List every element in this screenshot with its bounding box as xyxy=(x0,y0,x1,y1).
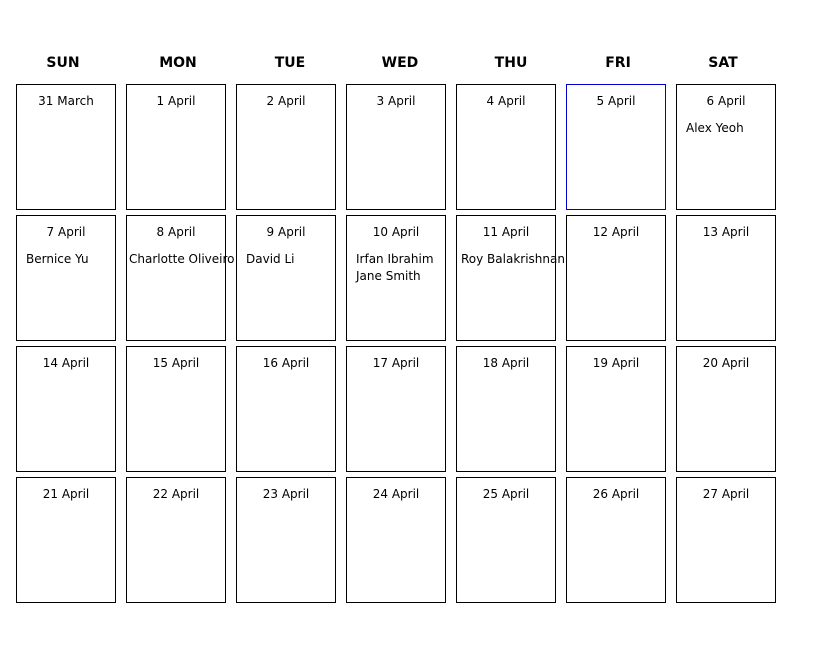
day-cell[interactable]: 2 April xyxy=(236,84,336,210)
date-label: 24 April xyxy=(372,487,420,501)
date-label: 3 April xyxy=(376,94,416,108)
date-label: 6 April xyxy=(706,94,746,108)
date-label: 5 April xyxy=(596,94,636,108)
day-cell[interactable]: 4 April xyxy=(456,84,556,210)
day-cell[interactable]: 23 April xyxy=(236,477,336,603)
date-label: 15 April xyxy=(152,356,200,370)
date-label: 7 April xyxy=(46,225,86,239)
date-label: 11 April xyxy=(482,225,530,239)
event-list: Alex Yeoh xyxy=(686,120,775,137)
event-item[interactable]: Charlotte Oliveiro xyxy=(129,251,235,268)
day-cell[interactable]: 14 April xyxy=(16,346,116,472)
date-label: 23 April xyxy=(262,487,310,501)
weekday-header-sat: SAT xyxy=(708,55,738,71)
day-cell[interactable]: 3 April xyxy=(346,84,446,210)
event-item[interactable]: Alex Yeoh xyxy=(686,120,775,137)
day-cell[interactable]: 22 April xyxy=(126,477,226,603)
event-item[interactable]: Roy Balakrishnan xyxy=(461,251,565,268)
event-list: Roy Balakrishnan xyxy=(461,251,565,268)
date-label: 18 April xyxy=(482,356,530,370)
day-cell[interactable]: 24 April xyxy=(346,477,446,603)
day-cell[interactable]: 20 April xyxy=(676,346,776,472)
event-list: Charlotte Oliveiro xyxy=(129,251,235,268)
date-label: 25 April xyxy=(482,487,530,501)
weekday-header-fri: FRI xyxy=(605,55,631,71)
event-item[interactable]: Jane Smith xyxy=(356,268,445,285)
day-cell[interactable]: 16 April xyxy=(236,346,336,472)
day-cell[interactable]: 25 April xyxy=(456,477,556,603)
day-cell[interactable]: 5 April xyxy=(566,84,666,210)
day-cell[interactable]: 27 April xyxy=(676,477,776,603)
day-cell[interactable]: 6 April Alex Yeoh xyxy=(676,84,776,210)
day-cell[interactable]: 26 April xyxy=(566,477,666,603)
date-label: 26 April xyxy=(592,487,640,501)
date-label: 4 April xyxy=(486,94,526,108)
date-label: 31 March xyxy=(38,94,94,108)
weekday-header-tue: TUE xyxy=(274,55,306,71)
day-cell[interactable]: 19 April xyxy=(566,346,666,472)
date-label: 14 April xyxy=(42,356,90,370)
event-list: David Li xyxy=(246,251,335,268)
event-list: Irfan Ibrahim Jane Smith xyxy=(356,251,445,285)
day-cell[interactable]: 1 April xyxy=(126,84,226,210)
day-cell[interactable]: 21 April xyxy=(16,477,116,603)
date-label: 2 April xyxy=(266,94,306,108)
event-item[interactable]: David Li xyxy=(246,251,335,268)
date-label: 16 April xyxy=(262,356,310,370)
day-cell[interactable]: 13 April xyxy=(676,215,776,341)
day-cell[interactable]: 17 April xyxy=(346,346,446,472)
event-item[interactable]: Irfan Ibrahim xyxy=(356,251,445,268)
date-label: 1 April xyxy=(156,94,196,108)
day-cell[interactable]: 9 April David Li xyxy=(236,215,336,341)
weekday-header-sun: SUN xyxy=(46,55,80,71)
date-label: 20 April xyxy=(702,356,750,370)
day-cell[interactable]: 10 April Irfan Ibrahim Jane Smith xyxy=(346,215,446,341)
day-cell[interactable]: 18 April xyxy=(456,346,556,472)
day-cell[interactable]: 12 April xyxy=(566,215,666,341)
day-cell[interactable]: 7 April Bernice Yu xyxy=(16,215,116,341)
weekday-header-wed: WED xyxy=(381,55,419,71)
day-cell[interactable]: 31 March xyxy=(16,84,116,210)
date-label: 21 April xyxy=(42,487,90,501)
date-label: 8 April xyxy=(156,225,196,239)
event-list: Bernice Yu xyxy=(26,251,115,268)
date-label: 22 April xyxy=(152,487,200,501)
day-cell[interactable]: 15 April xyxy=(126,346,226,472)
event-item[interactable]: Bernice Yu xyxy=(26,251,115,268)
date-label: 27 April xyxy=(702,487,750,501)
day-cell[interactable]: 11 April Roy Balakrishnan xyxy=(456,215,565,341)
day-cell[interactable]: 8 April Charlotte Oliveiro xyxy=(126,215,235,341)
calendar-month-view: SUN MON TUE WED THU FRI SAT 31 March 1 April 2 A… xyxy=(0,0,823,661)
weekday-header-mon: MON xyxy=(159,55,197,71)
date-label: 13 April xyxy=(702,225,750,239)
date-label: 9 April xyxy=(266,225,306,239)
date-label: 12 April xyxy=(592,225,640,239)
date-label: 10 April xyxy=(372,225,420,239)
date-label: 17 April xyxy=(372,356,420,370)
weekday-header-thu: THU xyxy=(494,55,528,71)
date-label: 19 April xyxy=(592,356,640,370)
